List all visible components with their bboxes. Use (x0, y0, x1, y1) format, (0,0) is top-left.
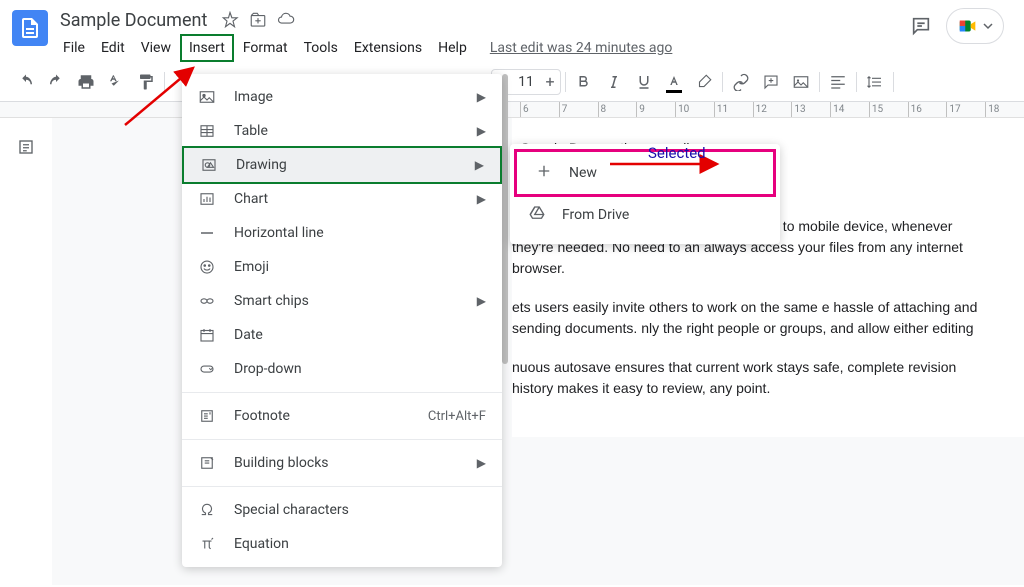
image-icon (198, 88, 216, 106)
chevron-right-icon: ▶ (477, 294, 486, 308)
submenu-item-from-drive[interactable]: From Drive (510, 194, 780, 236)
spellcheck-button[interactable] (102, 68, 130, 96)
chevron-right-icon: ▶ (477, 124, 486, 138)
underline-button[interactable] (630, 68, 658, 96)
menu-format[interactable]: Format (236, 36, 295, 60)
menubar: File Edit View Insert Format Tools Exten… (56, 34, 902, 62)
chevron-right-icon: ▶ (477, 456, 486, 470)
chart-icon (198, 190, 216, 208)
star-icon[interactable] (221, 11, 239, 29)
menu-scrollbar[interactable] (502, 74, 508, 364)
last-edit-link[interactable]: Last edit was 24 minutes ago (490, 40, 673, 56)
menu-divider (182, 486, 502, 487)
font-size-increase[interactable]: + (540, 70, 560, 94)
submenu-label: New (569, 165, 597, 181)
bold-button[interactable] (570, 68, 598, 96)
document-paragraph: nuous autosave ensures that current work… (512, 357, 984, 399)
dropdown-icon (198, 360, 216, 378)
cloud-status-icon[interactable] (277, 11, 295, 29)
line-spacing-button[interactable] (861, 68, 889, 96)
menu-item-dropdown[interactable]: Drop-down (182, 352, 502, 386)
menu-item-date[interactable]: Date (182, 318, 502, 352)
print-button[interactable] (72, 68, 100, 96)
menu-view[interactable]: View (134, 36, 178, 60)
footnote-icon (198, 407, 216, 425)
text-color-button[interactable] (660, 68, 688, 96)
separator (565, 72, 566, 92)
comment-history-icon[interactable] (910, 15, 932, 37)
document-title[interactable]: Sample Document (56, 8, 211, 33)
meet-icon (957, 15, 979, 37)
insert-menu-dropdown: Image ▶ Table ▶ Drawing ▶ Chart ▶ Horizo… (182, 74, 502, 567)
drive-icon (528, 204, 546, 226)
menu-help[interactable]: Help (431, 36, 474, 60)
toolbar: − 11 + (0, 62, 1024, 102)
document-outline-icon[interactable] (17, 138, 35, 156)
separator (893, 72, 894, 92)
docs-home-logo[interactable] (12, 10, 48, 46)
emoji-icon (198, 258, 216, 276)
menu-edit[interactable]: Edit (94, 36, 132, 60)
submenu-item-new[interactable]: New (514, 149, 776, 197)
menu-file[interactable]: File (56, 36, 92, 60)
menu-item-building-blocks[interactable]: Building blocks ▶ (182, 446, 502, 480)
chevron-right-icon: ▶ (475, 158, 484, 172)
menu-item-image[interactable]: Image ▶ (182, 80, 502, 114)
undo-button[interactable] (12, 68, 40, 96)
italic-button[interactable] (600, 68, 628, 96)
drawing-icon (200, 156, 218, 174)
chevron-down-icon (983, 21, 993, 31)
separator (819, 72, 820, 92)
menu-item-horizontal-line[interactable]: Horizontal line (182, 216, 502, 250)
chevron-right-icon: ▶ (477, 192, 486, 206)
menu-tools[interactable]: Tools (297, 36, 345, 60)
meet-button[interactable] (946, 8, 1004, 44)
menu-extensions[interactable]: Extensions (347, 36, 429, 60)
omega-icon (198, 501, 216, 519)
move-icon[interactable] (249, 11, 267, 29)
menu-item-chart[interactable]: Chart ▶ (182, 182, 502, 216)
separator (856, 72, 857, 92)
pi-icon (198, 535, 216, 553)
submenu-label: From Drive (562, 207, 629, 223)
menu-divider (182, 392, 502, 393)
menu-item-smart-chips[interactable]: Smart chips ▶ (182, 284, 502, 318)
menu-insert[interactable]: Insert (180, 34, 234, 62)
add-comment-button[interactable] (757, 68, 785, 96)
document-paragraph: ets users easily invite others to work o… (512, 297, 984, 339)
drawing-submenu: New From Drive (510, 144, 780, 244)
menu-item-emoji[interactable]: Emoji (182, 250, 502, 284)
menu-item-drawing[interactable]: Drawing ▶ (182, 146, 502, 184)
hr-icon (198, 224, 216, 242)
date-icon (198, 326, 216, 344)
blocks-icon (198, 454, 216, 472)
insert-link-button[interactable] (727, 68, 755, 96)
paint-format-button[interactable] (132, 68, 160, 96)
highlight-button[interactable] (690, 68, 718, 96)
insert-image-button[interactable] (787, 68, 815, 96)
menu-item-special-characters[interactable]: Special characters (182, 493, 502, 527)
font-size-value[interactable]: 11 (512, 74, 540, 90)
menu-item-equation[interactable]: Equation (182, 527, 502, 561)
separator (722, 72, 723, 92)
plus-icon (535, 162, 553, 184)
table-icon (198, 122, 216, 140)
separator (164, 72, 165, 92)
menu-divider (182, 439, 502, 440)
menu-item-table[interactable]: Table ▶ (182, 114, 502, 148)
menu-item-footnote[interactable]: Footnote Ctrl+Alt+F (182, 399, 502, 433)
redo-button[interactable] (42, 68, 70, 96)
keyboard-shortcut: Ctrl+Alt+F (428, 409, 486, 424)
ruler[interactable]: 6 7 8 9 10 11 12 13 14 15 16 17 18 (0, 102, 1024, 118)
chevron-right-icon: ▶ (477, 90, 486, 104)
align-button[interactable] (824, 68, 852, 96)
smartchips-icon (198, 292, 216, 310)
